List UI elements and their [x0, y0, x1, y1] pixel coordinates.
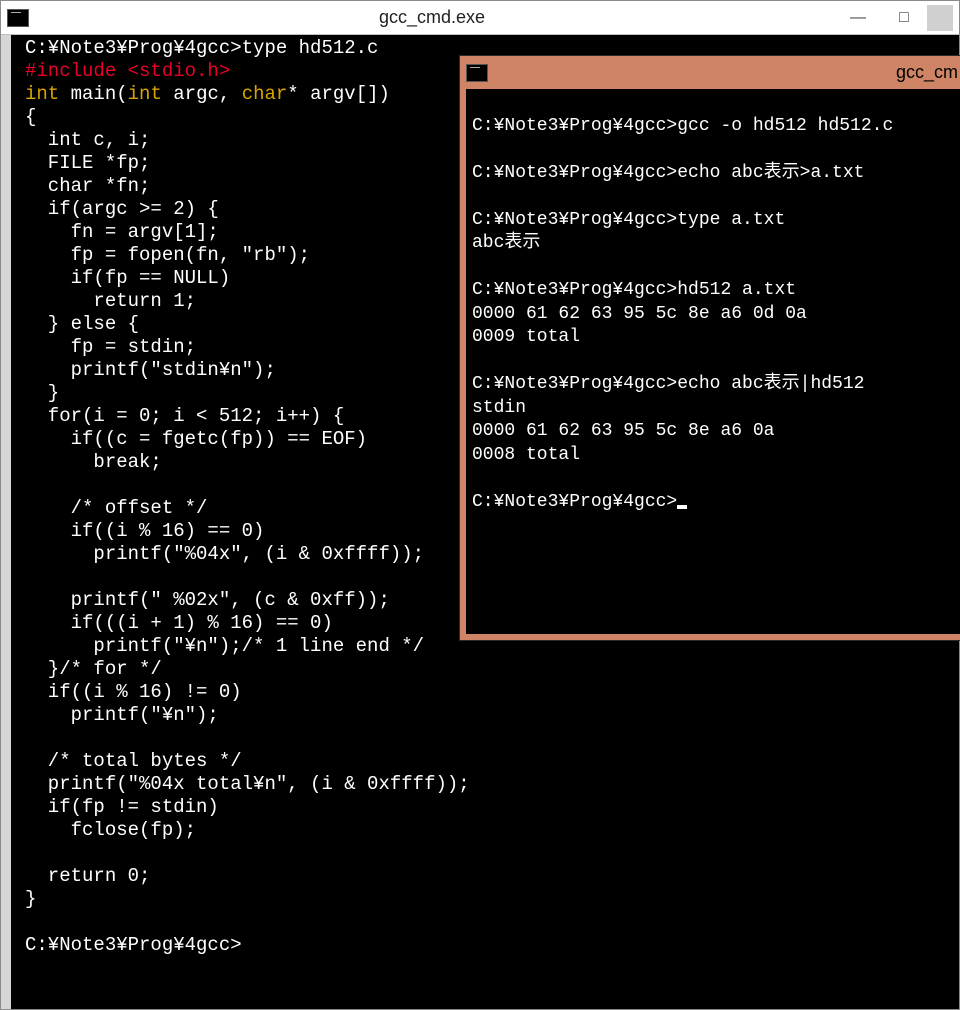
src-text: argc, — [162, 83, 242, 105]
kw-int: int — [25, 83, 59, 105]
terminal-front[interactable]: C:¥Note3¥Prog¥4gcc>gcc -o hd512 hd512.c … — [466, 89, 960, 634]
src-text: main( — [59, 83, 127, 105]
cmd-window-front: gcc_cm C:¥Note3¥Prog¥4gcc>gcc -o hd512 h… — [459, 55, 960, 641]
kw-char: char — [242, 83, 288, 105]
titlebar-back[interactable]: gcc_cmd.exe — □ — [1, 1, 959, 35]
src-body: { int c, i; FILE *fp; char *fn; if(argc … — [25, 106, 470, 910]
window-title-front: gcc_cm — [488, 62, 960, 83]
kw-int: int — [128, 83, 162, 105]
src-text: * argv[]) — [287, 83, 390, 105]
src-include: #include <stdio.h> — [25, 60, 230, 82]
window-controls-back: — □ — [835, 5, 953, 31]
terminal-output: C:¥Note3¥Prog¥4gcc>gcc -o hd512 hd512.c … — [472, 116, 893, 465]
prompt: C:¥Note3¥Prog¥4gcc> — [25, 934, 242, 956]
prompt: C:¥Note3¥Prog¥4gcc> — [472, 492, 677, 512]
prompt: C:¥Note3¥Prog¥4gcc> — [25, 37, 242, 59]
titlebar-front[interactable]: gcc_cm — [460, 56, 960, 89]
cmd-icon — [466, 64, 488, 82]
cursor-icon — [677, 505, 687, 509]
window-title-back: gcc_cmd.exe — [29, 7, 835, 28]
cmd-icon — [7, 9, 29, 27]
minimize-button[interactable]: — — [835, 5, 881, 31]
close-button[interactable] — [927, 5, 953, 31]
typed-cmd: type hd512.c — [242, 37, 379, 59]
maximize-button[interactable]: □ — [881, 5, 927, 31]
